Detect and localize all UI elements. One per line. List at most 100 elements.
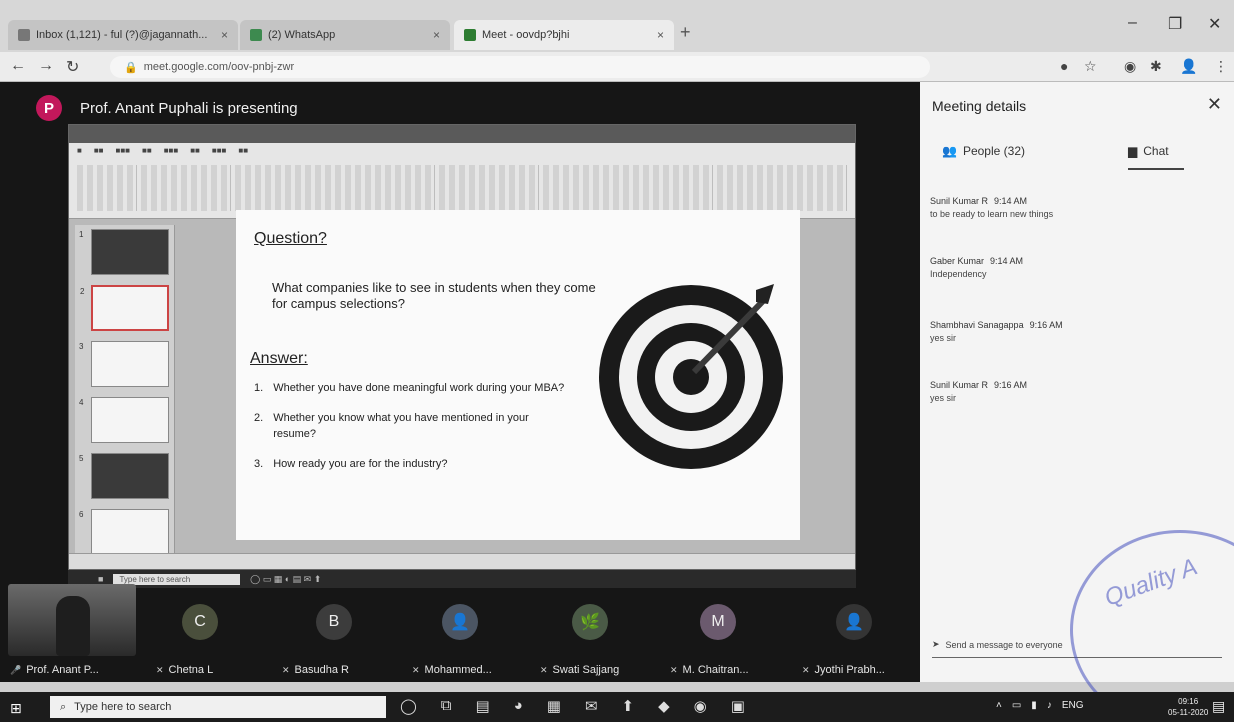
task-view-icon[interactable]: ⧉ bbox=[441, 697, 452, 715]
tab-chat[interactable]: ▆ Chat bbox=[1128, 144, 1184, 170]
mail-icon[interactable]: ✉ bbox=[585, 697, 598, 715]
file-explorer-icon[interactable]: ▤ bbox=[476, 697, 490, 715]
network-icon[interactable]: ▮ bbox=[1031, 700, 1037, 711]
powerpoint-statusbar bbox=[69, 553, 855, 569]
participant-avatar[interactable]: B bbox=[316, 604, 352, 640]
person-silhouette bbox=[56, 596, 90, 656]
slide-thumbnail[interactable]: 1 bbox=[79, 229, 169, 275]
puzzle-icon[interactable]: ✱ bbox=[1150, 58, 1162, 75]
window-close-icon[interactable]: ✕ bbox=[1208, 14, 1221, 34]
gmail-icon bbox=[18, 29, 30, 41]
profile-icon[interactable]: 👤 bbox=[1180, 58, 1197, 75]
minimize-icon[interactable]: – bbox=[1128, 14, 1137, 32]
panel-title: Meeting details bbox=[932, 98, 1027, 114]
people-icon: 👥 bbox=[942, 144, 957, 158]
ribbon-group bbox=[439, 165, 539, 211]
url-text: meet.google.com/oov-pnbj-zwr bbox=[143, 61, 295, 73]
bookmark-star-icon[interactable]: ☆ bbox=[1084, 58, 1097, 75]
windows-taskbar: ⊞ ⌕ Type here to search ◯ ⧉ ▤ ◕ ▦ ✉ ⬆ ◆ … bbox=[0, 692, 1234, 722]
chat-message: Gaber Kumar 9:14 AM Independency bbox=[930, 256, 1024, 279]
chat-icon: ▆ bbox=[1128, 144, 1138, 158]
forward-icon[interactable]: → bbox=[38, 57, 54, 75]
participant-avatar[interactable]: 👤 bbox=[836, 604, 872, 640]
app-icon[interactable]: ◆ bbox=[658, 697, 670, 715]
mic-off-icon: ✕ bbox=[412, 664, 420, 675]
question-heading: Question? bbox=[254, 230, 327, 247]
answer-item: 3. How ready you are for the industry? bbox=[254, 458, 448, 470]
participant-name: ✕ Swati Sajjang bbox=[540, 664, 620, 676]
slide-thumbnail[interactable]: 2 bbox=[80, 285, 169, 331]
close-icon[interactable]: × bbox=[221, 28, 228, 42]
address-bar: ← → ↻ 🔒 meet.google.com/oov-pnbj-zwr ● ☆… bbox=[0, 52, 1234, 82]
upload-icon[interactable]: ⬆ bbox=[622, 697, 635, 715]
answer-item: 2. Whether you know what you have mentio… bbox=[254, 412, 529, 440]
send-icon: ➤ bbox=[932, 639, 940, 649]
target-icon bbox=[599, 284, 783, 469]
slide-thumbnail[interactable]: 6 bbox=[79, 509, 169, 555]
meet-stage: P Prof. Anant Puphali is presenting ■ ■■ ■… bbox=[0, 82, 920, 682]
extension-icon[interactable]: ◉ bbox=[1124, 58, 1136, 75]
slide-thumbnail[interactable]: 5 bbox=[79, 453, 169, 499]
back-icon[interactable]: ← bbox=[10, 57, 26, 75]
mic-off-icon: ✕ bbox=[540, 664, 548, 675]
battery-icon[interactable]: ▭ bbox=[1012, 700, 1021, 711]
slide-thumbnails: 1 2 3 4 5 6 bbox=[75, 225, 175, 555]
slide-thumbnail[interactable]: 4 bbox=[79, 397, 169, 443]
ribbon-group bbox=[543, 165, 713, 211]
participant-name: ✕ Mohammed... bbox=[412, 664, 492, 676]
tab-people[interactable]: 👥 People (32) bbox=[942, 144, 1025, 158]
chrome-icon[interactable]: ◕ bbox=[514, 697, 523, 715]
tab-whatsapp[interactable]: (2) WhatsApp × bbox=[240, 20, 450, 50]
participant-name: ✕ Jyothi Prabh... bbox=[802, 664, 885, 676]
taskbar-search-input[interactable]: ⌕ Type here to search bbox=[50, 696, 386, 718]
new-tab-icon[interactable]: + bbox=[680, 22, 691, 43]
maximize-icon[interactable]: ❐ bbox=[1168, 14, 1182, 34]
ribbon-tabs: ■ ■■ ■■■ ■■ ■■■ ■■ ■■■ ■■ bbox=[77, 146, 249, 155]
clock[interactable]: 09:16 05-11-2020 bbox=[1168, 696, 1208, 718]
notification-icon[interactable]: ▤ bbox=[1212, 698, 1225, 715]
participant-name: ✕ Basudha R bbox=[282, 664, 349, 676]
system-tray: ˄ ▭ ▮ ♪ ENG bbox=[996, 700, 1083, 711]
app-icon[interactable]: ▣ bbox=[731, 697, 745, 715]
camera-icon[interactable]: ● bbox=[1060, 58, 1068, 74]
close-icon[interactable]: × bbox=[433, 28, 440, 42]
url-input[interactable]: 🔒 meet.google.com/oov-pnbj-zwr bbox=[110, 56, 930, 78]
ribbon-group bbox=[141, 165, 231, 211]
participant-avatar[interactable]: 👤 bbox=[442, 604, 478, 640]
mic-off-icon: ✕ bbox=[156, 664, 164, 675]
answer-list: 1. Whether you have done meaningful work… bbox=[254, 380, 574, 486]
language-indicator[interactable]: ENG bbox=[1062, 700, 1084, 711]
reload-icon[interactable]: ↻ bbox=[66, 57, 79, 77]
participant-avatar[interactable]: M bbox=[700, 604, 736, 640]
meet-icon bbox=[464, 29, 476, 41]
chat-message: Sunil Kumar R 9:14 AM to be ready to lear… bbox=[930, 196, 1054, 219]
presenter-video-tile[interactable] bbox=[8, 584, 136, 656]
lock-icon: 🔒 bbox=[124, 61, 138, 74]
windows-start-icon[interactable]: ⊞ bbox=[10, 700, 22, 717]
mic-off-icon: ✕ bbox=[670, 664, 678, 675]
chat-message: Shambhavi Sanagappa 9:16 AM yes sir bbox=[930, 320, 1063, 343]
answer-item: 1. Whether you have done meaningful work… bbox=[254, 382, 565, 394]
participant-avatar[interactable]: C bbox=[182, 604, 218, 640]
question-text: What companies like to see in students w… bbox=[272, 280, 596, 311]
menu-icon[interactable]: ⋮ bbox=[1214, 58, 1228, 75]
chat-message: Sunil Kumar R 9:16 AM yes sir bbox=[930, 380, 1028, 403]
app-icon[interactable]: ◉ bbox=[694, 697, 707, 715]
presenter-avatar: P bbox=[36, 95, 62, 121]
cortana-icon[interactable]: ◯ bbox=[400, 697, 417, 715]
participant-name: ✕ Chetna L bbox=[156, 664, 214, 676]
close-icon[interactable]: × bbox=[657, 28, 664, 42]
ribbon-group bbox=[717, 165, 847, 211]
participant-avatar[interactable]: 🌿 bbox=[572, 604, 608, 640]
browser-tab-bar: Inbox (1,121) - ful (?)@jagannath... × (… bbox=[0, 0, 1234, 52]
volume-icon[interactable]: ♪ bbox=[1047, 700, 1052, 711]
close-icon[interactable]: ✕ bbox=[1207, 94, 1222, 115]
chevron-up-icon[interactable]: ˄ bbox=[996, 700, 1002, 711]
tab-inbox[interactable]: Inbox (1,121) - ful (?)@jagannath... × bbox=[8, 20, 238, 50]
tab-label: (2) WhatsApp bbox=[268, 29, 336, 41]
tab-meet[interactable]: Meet - oovdp?bjhi × bbox=[454, 20, 674, 50]
taskbar-apps: ◯ ⧉ ▤ ◕ ▦ ✉ ⬆ ◆ ◉ ▣ bbox=[400, 697, 745, 715]
store-icon[interactable]: ▦ bbox=[547, 697, 561, 715]
slide-thumbnail[interactable]: 3 bbox=[79, 341, 169, 387]
search-icon: ⌕ bbox=[60, 700, 67, 713]
